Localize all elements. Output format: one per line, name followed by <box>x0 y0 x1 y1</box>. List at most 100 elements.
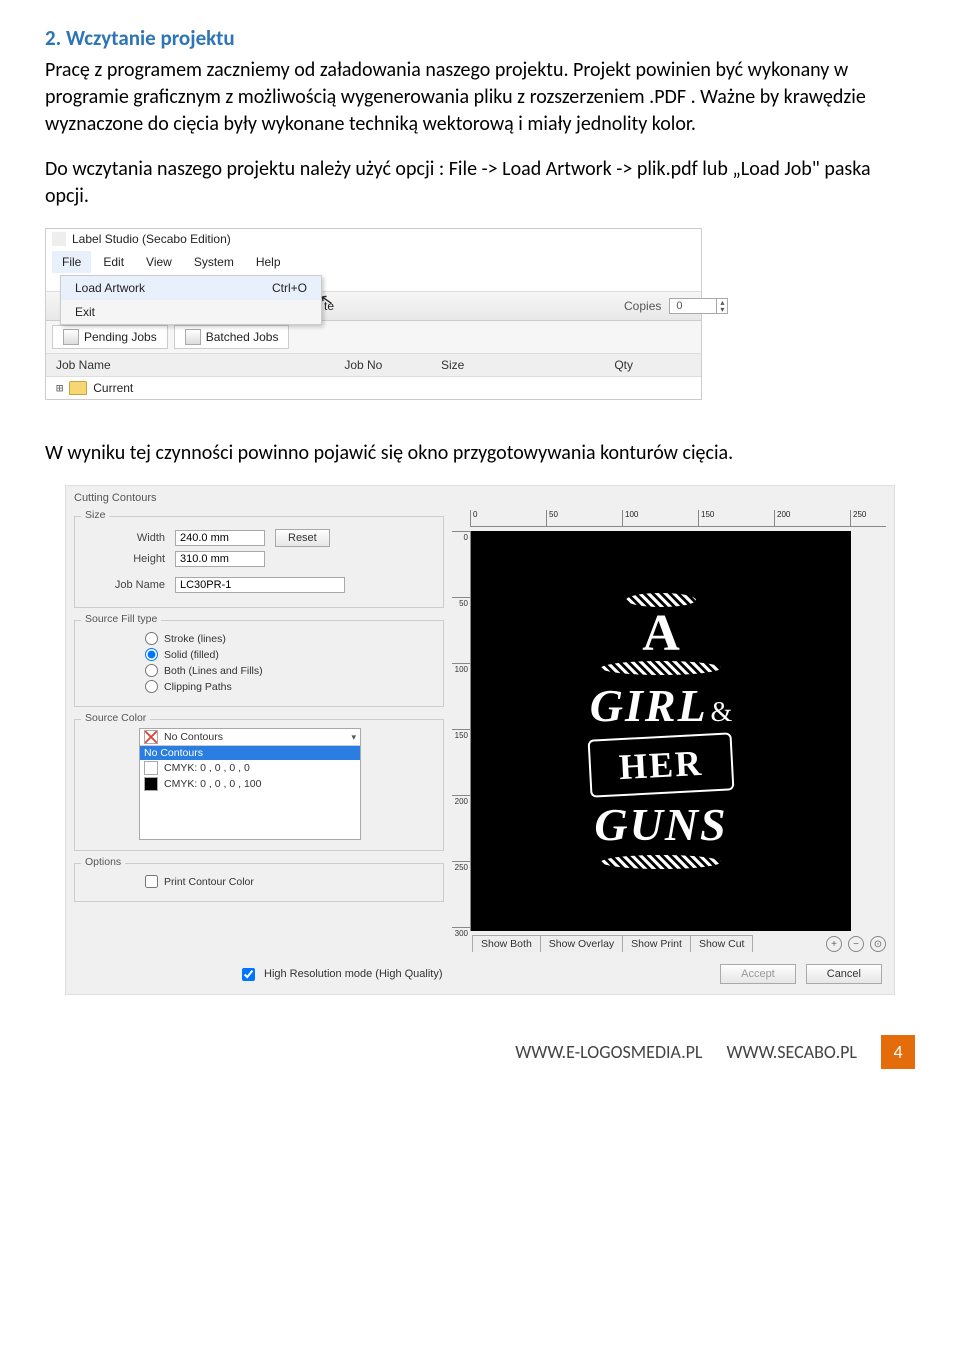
ruler-tick: 0 <box>470 510 477 526</box>
ruler-vertical: 0 50 100 150 200 250 300 <box>452 531 471 931</box>
tree-label: Current <box>93 381 133 395</box>
copies-label: Copies <box>624 299 661 313</box>
page-footer: WWW.E-LOGOSMEDIA.PL WWW.SECABO.PL 4 <box>45 1035 915 1069</box>
radio-label: Clipping Paths <box>164 681 232 693</box>
job-name-label: Job Name <box>85 579 165 591</box>
footer-url-2: WWW.SECABO.PL <box>727 1041 858 1063</box>
copies-spinner[interactable]: 0 ▴▾ <box>669 298 728 314</box>
tab-pending-jobs[interactable]: Pending Jobs <box>52 325 168 349</box>
ruler-tick: 50 <box>546 510 558 526</box>
list-item[interactable]: CMYK: 0 , 0 , 0 , 0 <box>140 760 360 776</box>
list-item-label: CMYK: 0 , 0 , 0 , 100 <box>164 778 261 790</box>
paragraph-3: W wyniku tej czynności powinno pojawić s… <box>45 440 915 467</box>
tab-show-both[interactable]: Show Both <box>472 935 541 952</box>
radio-both[interactable]: Both (Lines and Fills) <box>145 664 433 677</box>
list-item[interactable]: CMYK: 0 , 0 , 0 , 100 <box>140 776 360 792</box>
group-fill-type: Source Fill type Stroke (lines) Solid (f… <box>74 620 444 707</box>
tab-show-cut[interactable]: Show Cut <box>690 935 754 952</box>
job-name-input[interactable] <box>175 577 345 593</box>
tab-show-print[interactable]: Show Print <box>622 935 691 952</box>
screenshot-label-studio: Label Studio (Secabo Edition) File Edit … <box>45 228 702 400</box>
no-contours-icon <box>144 730 158 744</box>
list-item-selected[interactable]: No Contours <box>140 746 360 760</box>
radio-solid[interactable]: Solid (filled) <box>145 648 433 661</box>
ruler-tick: 50 <box>452 597 470 608</box>
cursor-icon: ↖ <box>318 289 335 311</box>
radio-label: Solid (filled) <box>164 649 219 661</box>
accept-button[interactable]: Accept <box>720 964 796 984</box>
menu-file[interactable]: File <box>52 251 91 273</box>
width-label: Width <box>85 532 165 544</box>
radio-label: Both (Lines and Fills) <box>164 665 263 677</box>
check-print-contour[interactable]: Print Contour Color <box>145 875 433 888</box>
ruler-tick: 200 <box>774 510 790 526</box>
list-item-label: CMYK: 0 , 0 , 0 , 0 <box>164 762 250 774</box>
menubar: File Edit View System Help <box>46 249 701 275</box>
ornament-icon <box>601 855 721 869</box>
tree-row-current[interactable]: ⊞ Current <box>46 377 701 399</box>
menu-edit[interactable]: Edit <box>93 251 134 273</box>
col-size: Size <box>431 354 604 376</box>
ruler-tick: 250 <box>850 510 866 526</box>
group-label: Source Fill type <box>81 613 161 625</box>
ruler-tick: 0 <box>452 531 470 542</box>
art-line4: GUNS <box>594 798 727 851</box>
group-source-color: Source Color No Contours ▾ No Contours C… <box>74 719 444 851</box>
height-label: Height <box>85 553 165 565</box>
menu-item-label: Load Artwork <box>75 281 145 295</box>
reset-button[interactable]: Reset <box>275 529 330 547</box>
titlebar: Label Studio (Secabo Edition) <box>46 229 701 249</box>
col-job-name: Job Name <box>46 354 334 376</box>
check-label: Print Contour Color <box>164 876 254 888</box>
section-heading: 2. Wczytanie projektu <box>45 25 915 51</box>
menu-item-exit[interactable]: Exit <box>61 300 321 324</box>
hires-check[interactable]: High Resolution mode (High Quality) <box>238 965 443 984</box>
preview-tabs: Show Both Show Overlay Show Print Show C… <box>472 935 886 952</box>
color-swatch-black <box>144 777 158 791</box>
tab-batched-jobs[interactable]: Batched Jobs <box>174 325 290 349</box>
col-qty: Qty <box>604 354 701 376</box>
check-label: High Resolution mode (High Quality) <box>264 968 443 980</box>
width-input[interactable] <box>175 530 265 546</box>
spinner-down-icon[interactable]: ▾ <box>717 306 727 313</box>
group-size: Size Width Reset Height Job Name <box>74 516 444 608</box>
footer-url-1: WWW.E-LOGOSMEDIA.PL <box>515 1041 702 1063</box>
art-line2: GIRL <box>590 680 708 731</box>
ruler-horizontal: 0 50 100 150 200 250 <box>470 510 886 527</box>
cancel-button[interactable]: Cancel <box>806 964 882 984</box>
expand-icon[interactable]: ⊞ <box>56 381 63 395</box>
zoom-in-icon[interactable]: + <box>826 936 842 952</box>
menu-item-load-artwork[interactable]: Load Artwork Ctrl+O <box>61 276 321 300</box>
menu-system[interactable]: System <box>184 251 244 273</box>
copies-group: Copies 0 ▴▾ <box>624 298 728 314</box>
dialog-footer: High Resolution mode (High Quality) Acce… <box>74 958 886 984</box>
tab-show-overlay[interactable]: Show Overlay <box>540 935 623 952</box>
group-label: Size <box>81 509 109 521</box>
color-listbox[interactable]: No Contours ▾ No Contours CMYK: 0 , 0 , … <box>139 728 361 840</box>
col-job-no: Job No <box>334 354 431 376</box>
menu-help[interactable]: Help <box>246 251 291 273</box>
color-swatch-white <box>144 761 158 775</box>
zoom-fit-icon[interactable]: ⊙ <box>870 936 886 952</box>
height-input[interactable] <box>175 551 265 567</box>
art-line3: HER <box>588 733 735 798</box>
art-line1: A <box>642 611 680 658</box>
folder-icon <box>69 381 87 395</box>
printer-icon <box>185 329 201 345</box>
ruler-tick: 100 <box>452 663 470 674</box>
document-icon <box>63 329 79 345</box>
dialog-title: Cutting Contours <box>74 492 886 504</box>
group-label: Source Color <box>81 712 150 724</box>
listbox-selected-header[interactable]: No Contours ▾ <box>140 729 360 746</box>
zoom-out-icon[interactable]: − <box>848 936 864 952</box>
menu-item-label: Exit <box>75 305 95 319</box>
ruler-tick: 150 <box>698 510 714 526</box>
app-icon <box>52 232 66 246</box>
columns-header: Job Name Job No Size Qty <box>46 354 701 377</box>
radio-stroke[interactable]: Stroke (lines) <box>145 632 433 645</box>
tabs-row: Pending Jobs Batched Jobs <box>46 321 701 354</box>
screenshot-cutting-contours: Cutting Contours Size Width Reset Height <box>65 485 895 995</box>
listbox-header-label: No Contours <box>164 731 223 743</box>
menu-view[interactable]: View <box>136 251 182 273</box>
radio-clipping[interactable]: Clipping Paths <box>145 680 433 693</box>
